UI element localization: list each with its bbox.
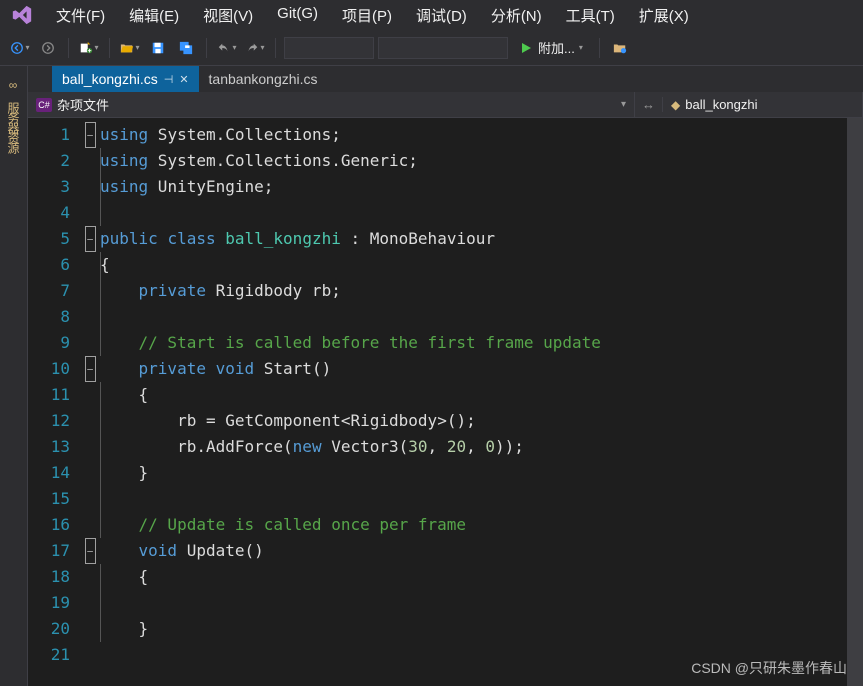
tab-bar: ball_kongzhi.cs ⊣ ✕ tanbankongzhi.cs [28, 66, 863, 92]
nav-project-combo[interactable]: C# 杂项文件 ▾ [28, 92, 635, 117]
undo-button[interactable]: ▾ [215, 36, 239, 60]
redo-button[interactable]: ▾ [243, 36, 267, 60]
nav-split-button[interactable]: ↔ [635, 97, 663, 112]
csharp-badge-icon: C# [36, 98, 52, 112]
nav-bar: C# 杂项文件 ▾ ↔ ◆ ball_kongzhi [28, 92, 863, 118]
run-attach-button[interactable]: 附加... ▾ [512, 36, 591, 60]
chevron-down-icon: ▾ [621, 99, 626, 110]
menu-item[interactable]: 工具(T) [554, 1, 627, 30]
nav-forward-button[interactable] [36, 36, 60, 60]
fold-column: −−−− [80, 118, 100, 686]
toolbar: ▾ ▾ ▾ ▾ ▾ 附加... ▾ [0, 30, 863, 66]
pin-icon[interactable]: ⊣ [164, 73, 174, 86]
side-tab-label: ∞ 服务器资源 [5, 78, 22, 152]
menu-item[interactable]: 分析(N) [479, 1, 554, 30]
save-button[interactable] [146, 36, 170, 60]
tab-ball-kongzhi[interactable]: ball_kongzhi.cs ⊣ ✕ [52, 66, 199, 92]
menu-item[interactable]: 项目(P) [330, 1, 404, 30]
save-all-button[interactable] [174, 36, 198, 60]
nav-class-combo[interactable]: ◆ ball_kongzhi [663, 92, 863, 117]
menu-item[interactable]: 扩展(X) [627, 1, 701, 30]
class-icon: ◆ [671, 98, 680, 112]
config-combo[interactable] [284, 37, 374, 59]
menu-item[interactable]: 视图(V) [191, 1, 265, 30]
watermark: CSDN @只研朱墨作春山 [691, 658, 847, 678]
scrollbar[interactable] [847, 118, 863, 686]
menu-item[interactable]: Git(G) [265, 1, 330, 30]
open-button[interactable]: ▾ [118, 36, 142, 60]
side-tool-tab[interactable]: ∞ 服务器资源 [0, 66, 28, 686]
close-icon[interactable]: ✕ [179, 73, 188, 86]
menu-item[interactable]: 文件(F) [44, 1, 117, 30]
line-gutter: 123456789101112131415161718192021 [28, 118, 80, 686]
new-item-button[interactable]: ▾ [77, 36, 101, 60]
platform-combo[interactable] [378, 37, 508, 59]
folder-sync-button[interactable] [608, 36, 632, 60]
menu-item[interactable]: 调试(D) [404, 1, 479, 30]
menubar: 文件(F)编辑(E)视图(V)Git(G)项目(P)调试(D)分析(N)工具(T… [0, 0, 863, 30]
tab-tanbankongzhi[interactable]: tanbankongzhi.cs [199, 66, 328, 92]
vs-logo-icon [8, 1, 36, 29]
nav-back-button[interactable]: ▾ [8, 36, 32, 60]
menu-item[interactable]: 编辑(E) [117, 1, 191, 30]
code-content[interactable]: using System.Collections;using System.Co… [100, 118, 847, 686]
code-editor[interactable]: 123456789101112131415161718192021 −−−− u… [28, 118, 863, 686]
